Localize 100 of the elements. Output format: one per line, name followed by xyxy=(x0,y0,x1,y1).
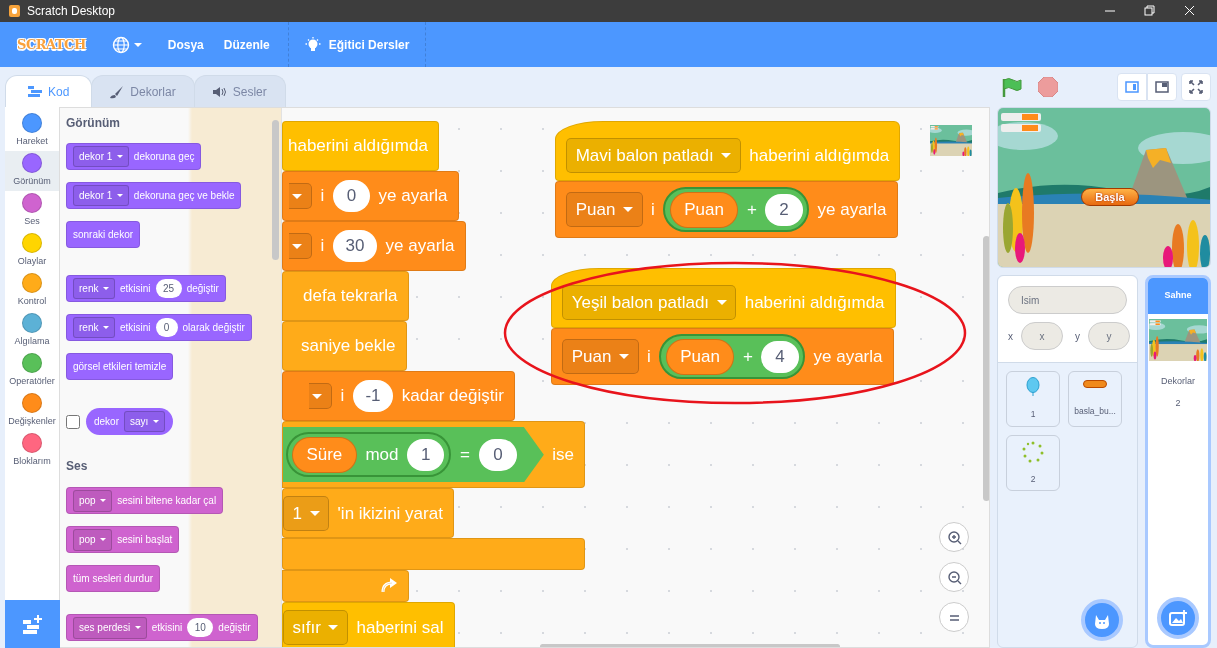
category-item[interactable]: Değişkenler xyxy=(5,391,59,431)
block-dropdown[interactable] xyxy=(309,383,332,409)
code-icon xyxy=(28,84,42,99)
code-block[interactable]: Puan i Puan + 4 ye ayarla xyxy=(551,328,894,386)
category-item[interactable]: Ses xyxy=(5,191,59,231)
block-dropdown[interactable]: renk xyxy=(73,277,115,300)
block-dropdown[interactable]: renk xyxy=(73,316,115,339)
code-block[interactable]: Puan i Puan + 2 ye ayarla xyxy=(555,181,898,239)
stop-icon[interactable] xyxy=(1038,77,1058,97)
palette-block[interactable]: görsel etkileri temizle xyxy=(66,353,174,380)
add-sprite-button[interactable] xyxy=(1081,599,1123,641)
backdrop-thumbnail xyxy=(930,125,972,156)
close-icon[interactable] xyxy=(1182,5,1196,17)
checkbox[interactable] xyxy=(66,414,80,429)
block-label: mod xyxy=(365,444,399,466)
block-label: haberini aldığımda xyxy=(744,291,885,314)
palette-block[interactable]: sonraki dekor xyxy=(66,221,141,248)
zoom-in-icon[interactable] xyxy=(946,529,962,545)
start-sprite[interactable]: Başla xyxy=(1081,188,1139,206)
palette-block[interactable]: pop sesini bitene kadar çal xyxy=(66,487,224,515)
variable-reporter[interactable]: Puan xyxy=(665,338,735,375)
category-item[interactable]: Kontrol xyxy=(5,271,59,311)
block-dropdown[interactable]: dekor 1 xyxy=(73,145,129,168)
add-extension-button[interactable] xyxy=(5,600,60,648)
number-input[interactable]: 25 xyxy=(155,279,182,298)
sprite-name-field[interactable]: İsim xyxy=(1008,286,1127,314)
y-field[interactable]: y xyxy=(1088,322,1130,350)
block-dropdown[interactable]: sayı xyxy=(124,411,165,433)
code-block[interactable]: 1 'in ikizini yarat xyxy=(282,488,455,539)
menu-item[interactable]: Düzenle xyxy=(213,35,280,54)
code-block[interactable]: i 0 ye ayarla xyxy=(282,171,459,221)
block-label: etkisini xyxy=(151,621,183,636)
number-input[interactable]: 0 xyxy=(479,438,517,471)
palette-block[interactable]: renk etkisini 25 değiştir xyxy=(66,275,226,302)
sprite-tile[interactable]: 1 xyxy=(1006,371,1060,427)
zoom-out-icon[interactable] xyxy=(946,569,962,585)
category-item[interactable]: Olaylar xyxy=(5,231,59,271)
fullscreen-icon[interactable] xyxy=(1189,80,1203,94)
number-input[interactable]: 2 xyxy=(765,193,803,226)
category-item[interactable]: Hareket xyxy=(5,111,59,151)
category-item[interactable]: Bloklarım xyxy=(5,431,59,471)
block-label: ye ayarla xyxy=(385,235,455,258)
block-dropdown[interactable]: Puan xyxy=(566,192,643,228)
number-input[interactable]: 1 xyxy=(407,438,445,471)
c-block-top[interactable]: Süre mod 1 = 0 ise xyxy=(282,421,586,489)
add-backdrop-button[interactable] xyxy=(1157,597,1199,639)
caret-icon xyxy=(100,538,107,542)
small-stage-icon[interactable] xyxy=(1125,81,1139,93)
operator-block[interactable]: Puan + 4 xyxy=(659,334,806,380)
number-input[interactable]: 0 xyxy=(155,318,178,337)
scrollbar[interactable] xyxy=(983,236,989,501)
block-label: i xyxy=(320,235,325,258)
condition-block[interactable]: Süre mod 1 = 0 xyxy=(283,427,544,483)
scrollbar[interactable] xyxy=(272,120,279,260)
block-dropdown[interactable] xyxy=(289,183,312,209)
block-label: ye ayarla xyxy=(817,198,887,221)
x-field[interactable]: x xyxy=(1021,322,1063,350)
number-input[interactable]: 4 xyxy=(761,340,799,373)
code-block[interactable]: i -1 kadar değiştir xyxy=(282,371,516,421)
variable-reporter[interactable]: Süre xyxy=(291,436,357,473)
block-dropdown[interactable]: pop xyxy=(73,529,113,551)
block-dropdown[interactable]: Puan xyxy=(562,339,639,375)
flag-icon[interactable] xyxy=(1001,76,1022,98)
palette-block[interactable]: pop sesini başlat xyxy=(66,526,180,554)
category-item[interactable]: Görünüm xyxy=(5,151,59,191)
number-input[interactable]: 30 xyxy=(332,229,378,263)
sprite-tile[interactable]: 2 xyxy=(1006,435,1060,491)
restore-icon[interactable] xyxy=(1142,5,1156,17)
editor-tab[interactable]: Sesler xyxy=(193,75,286,107)
code-block[interactable]: i 30 ye ayarla xyxy=(282,221,466,271)
number-input[interactable]: 0 xyxy=(332,179,371,213)
number-input[interactable]: -1 xyxy=(352,379,394,413)
operator-block[interactable]: Puan + 2 xyxy=(663,187,810,233)
reporter-block[interactable]: dekor sayı xyxy=(86,408,173,436)
palette-block[interactable]: renk etkisini 0 olarak değiştir xyxy=(66,314,252,341)
block-dropdown[interactable] xyxy=(289,233,312,259)
block-dropdown[interactable]: ses perdesi xyxy=(73,617,147,639)
tutorials-button[interactable]: Eğitici Dersler xyxy=(288,35,426,54)
operator-block[interactable]: Süre mod 1 xyxy=(285,432,451,478)
block-dropdown[interactable]: pop xyxy=(73,490,113,512)
number-input[interactable]: 10 xyxy=(187,618,214,638)
block-label: i xyxy=(320,185,325,208)
category-item[interactable]: Operatörler xyxy=(5,351,59,391)
menu-item[interactable]: Dosya xyxy=(157,35,214,54)
palette-block[interactable]: dekor 1 dekoruna geç xyxy=(66,143,202,170)
editor-tab[interactable]: Dekorlar xyxy=(91,75,195,107)
stage-pane-header[interactable]: Sahne xyxy=(1148,278,1208,314)
palette-block[interactable]: tüm sesleri durdur xyxy=(66,565,161,593)
palette-heading: Görünüm xyxy=(66,115,120,132)
editor-tab[interactable]: Kod xyxy=(5,75,93,107)
large-stage-icon[interactable] xyxy=(1155,81,1169,93)
category-item[interactable]: Algılama xyxy=(5,311,59,351)
palette-block[interactable]: dekor 1 dekoruna geç ve bekle xyxy=(66,182,242,209)
palette-block[interactable]: ses perdesi etkisini 10 değiştir xyxy=(66,614,258,642)
loop-arrow-icon xyxy=(379,578,398,595)
block-dropdown[interactable]: 1 xyxy=(283,496,330,531)
variable-reporter[interactable]: Puan xyxy=(669,191,739,228)
sprite-tile[interactable]: basla_bu... xyxy=(1068,371,1122,427)
caret-icon xyxy=(133,42,142,47)
block-dropdown[interactable]: dekor 1 xyxy=(73,184,129,207)
